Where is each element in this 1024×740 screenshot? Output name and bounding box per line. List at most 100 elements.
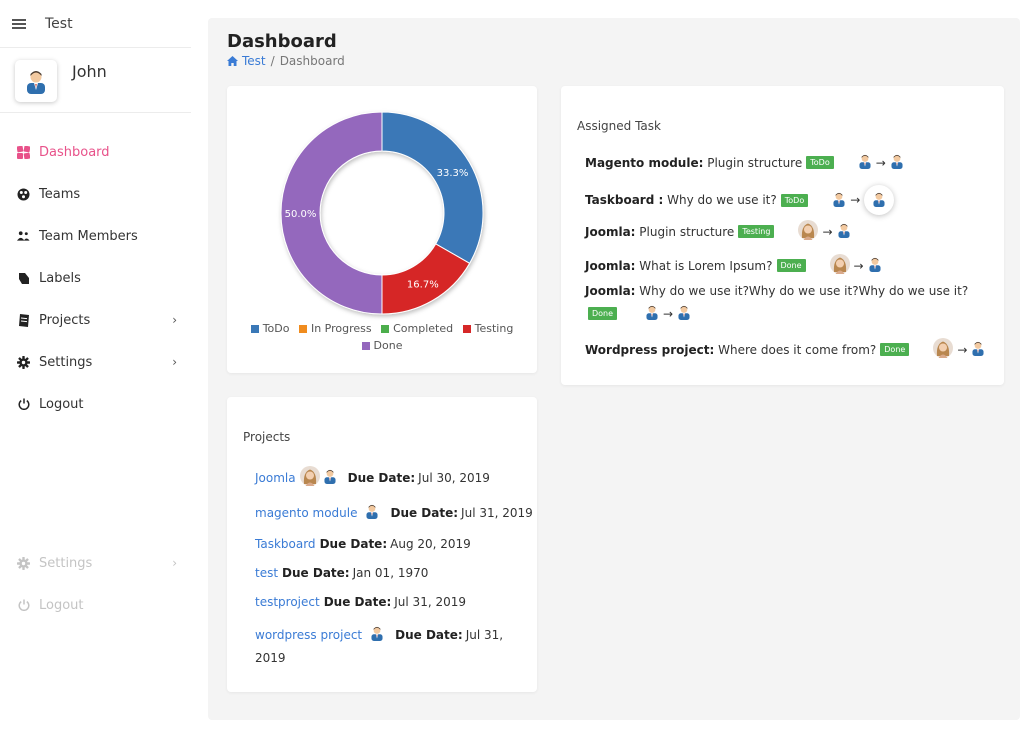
sidebar-item-team-members[interactable]: Team Members: [0, 215, 203, 257]
female-avatar-icon: [933, 338, 954, 361]
sidebar-item-label: Team Members: [39, 228, 138, 244]
sidebar-item-teams[interactable]: Teams: [0, 173, 203, 215]
sidebar-footer-nav: Settings › Logout: [0, 542, 203, 626]
sidebar-item-label: Settings: [39, 354, 93, 370]
page-title: Dashboard: [227, 31, 337, 52]
sidebar-item-labels[interactable]: Labels: [0, 257, 203, 299]
sidebar-footer-settings[interactable]: Settings ›: [0, 542, 203, 584]
task-text: What is Lorem Ipsum?: [639, 258, 773, 273]
chevron-right-icon: ›: [172, 355, 177, 369]
task-item[interactable]: Magento module: Plugin structure ToDo →: [585, 153, 904, 172]
male-avatar-icon: [837, 222, 851, 241]
hamburger-menu-icon[interactable]: [12, 18, 26, 29]
arrow-right-icon: →: [853, 258, 864, 273]
task-project: Taskboard :: [585, 193, 664, 207]
due-date-label: Due Date:: [319, 537, 388, 551]
legend-swatch: [250, 325, 259, 333]
legend-swatch: [298, 325, 307, 333]
chevron-right-icon: ›: [172, 556, 177, 570]
donut-data-label: 50.0%: [285, 209, 317, 220]
legend-item-in-progress[interactable]: In Progress: [298, 321, 372, 337]
task-item[interactable]: Joomla: What is Lorem Ipsum? Done →: [585, 254, 882, 277]
user-name: John: [72, 62, 107, 81]
task-assignment: →: [645, 304, 691, 323]
task-item[interactable]: Joomla: Why do we use it?Why do we use i…: [585, 284, 968, 323]
project-link[interactable]: testproject: [255, 595, 320, 609]
task-text: Plugin structure: [707, 155, 803, 170]
assigned-task-card: Assigned Task Magento module: Plugin str…: [561, 86, 1004, 385]
project-link[interactable]: wordpress project: [255, 628, 362, 642]
sidebar-item-logout[interactable]: Logout: [0, 383, 203, 425]
male-avatar-icon: [323, 468, 340, 487]
power-icon: [17, 398, 30, 411]
legend-item-testing[interactable]: Testing: [462, 321, 513, 337]
task-text: Why do we use it?Why do we use it?Why do…: [639, 284, 969, 298]
sidebar-item-label: Settings: [39, 555, 93, 571]
status-badge: Done: [588, 307, 618, 320]
project-item: test Due Date: Jan 01, 1970: [255, 566, 428, 580]
due-date-value-continued: 2019: [255, 651, 286, 665]
male-avatar-icon: [832, 191, 846, 210]
task-item[interactable]: Taskboard : Why do we use it? ToDo →: [585, 185, 895, 215]
task-project: Magento module:: [585, 155, 704, 170]
user-panel: John: [0, 48, 191, 113]
sidebar-item-projects[interactable]: Projects ›: [0, 299, 203, 341]
task-text: Plugin structure: [639, 224, 735, 239]
legend-item-completed[interactable]: Completed: [381, 321, 453, 337]
due-date-value: Aug 20, 2019: [390, 537, 471, 551]
project-link[interactable]: Joomla: [255, 471, 296, 485]
female-avatar-icon: [829, 254, 850, 277]
female-avatar-icon: [798, 220, 819, 243]
project-item: Taskboard Due Date: Aug 20, 2019: [255, 537, 471, 551]
due-date-label: Due Date:: [323, 595, 392, 609]
project-link[interactable]: test: [255, 566, 278, 580]
assignee-avatar-highlighted[interactable]: [864, 185, 895, 215]
sidebar-item-label: Logout: [39, 597, 84, 613]
due-date-value: Jul 30, 2019: [418, 470, 490, 485]
legend-item-done[interactable]: Done: [361, 338, 402, 354]
breadcrumb-separator: /: [270, 54, 275, 68]
task-assignment: →: [829, 254, 882, 277]
project-link[interactable]: Taskboard: [255, 537, 316, 551]
due-date-label: Due Date:: [390, 505, 459, 520]
dashboard-icon: [17, 145, 30, 159]
legend-swatch: [361, 342, 370, 350]
donut-slice-todo[interactable]: [381, 111, 484, 264]
user-avatar[interactable]: [15, 60, 57, 102]
main-content: Dashboard Test / Dashboard 33.3% 16.7% 50.…: [208, 18, 1020, 720]
task-item[interactable]: Wordpress project: Where does it come fr…: [585, 338, 985, 361]
task-assignment: →: [933, 338, 985, 361]
legend-item-todo[interactable]: ToDo: [250, 321, 289, 337]
sidebar-item-label: Teams: [39, 186, 81, 202]
task-text: Where does it come from?: [718, 342, 877, 357]
app-title: Test: [45, 15, 73, 32]
task-assignment: →: [858, 153, 904, 172]
sidebar-item-dashboard[interactable]: Dashboard: [0, 131, 203, 173]
project-item: wordpress project Due Date: Jul 31, 2019: [255, 625, 503, 665]
projects-icon: [17, 313, 30, 327]
female-avatar-icon: [299, 466, 323, 489]
project-item: testproject Due Date: Jul 31, 2019: [255, 595, 466, 609]
sidebar-item-settings[interactable]: Settings ›: [0, 341, 203, 383]
male-avatar-icon: [971, 340, 985, 359]
due-date-label: Due Date:: [347, 470, 416, 485]
chevron-right-icon: ›: [172, 313, 177, 327]
task-item[interactable]: Joomla: Plugin structure Testing →: [585, 220, 851, 243]
chart-legend: ToDo In Progress Completed Testing Done: [227, 321, 537, 355]
arrow-right-icon: →: [957, 342, 968, 357]
project-item: Joomla Due Date: Jul 30, 2019: [255, 466, 490, 489]
sidebar: Test John Dashboard Teams Team Members L…: [0, 0, 203, 740]
sidebar-item-label: Labels: [39, 270, 81, 286]
sidebar-item-label: Projects: [39, 312, 91, 328]
project-item: magento module Due Date: Jul 31, 2019: [255, 503, 533, 522]
legend-label: In Progress: [310, 322, 372, 335]
project-members: [299, 466, 340, 489]
sidebar-footer-logout[interactable]: Logout: [0, 584, 203, 626]
tag-icon: [17, 272, 30, 285]
breadcrumb-home-link[interactable]: Test: [227, 54, 266, 68]
assigned-task-title: Assigned Task: [577, 119, 661, 133]
male-avatar-icon: [27, 71, 45, 94]
status-badge: ToDo: [780, 193, 809, 207]
project-link[interactable]: magento module: [255, 506, 357, 520]
legend-swatch: [462, 325, 471, 333]
